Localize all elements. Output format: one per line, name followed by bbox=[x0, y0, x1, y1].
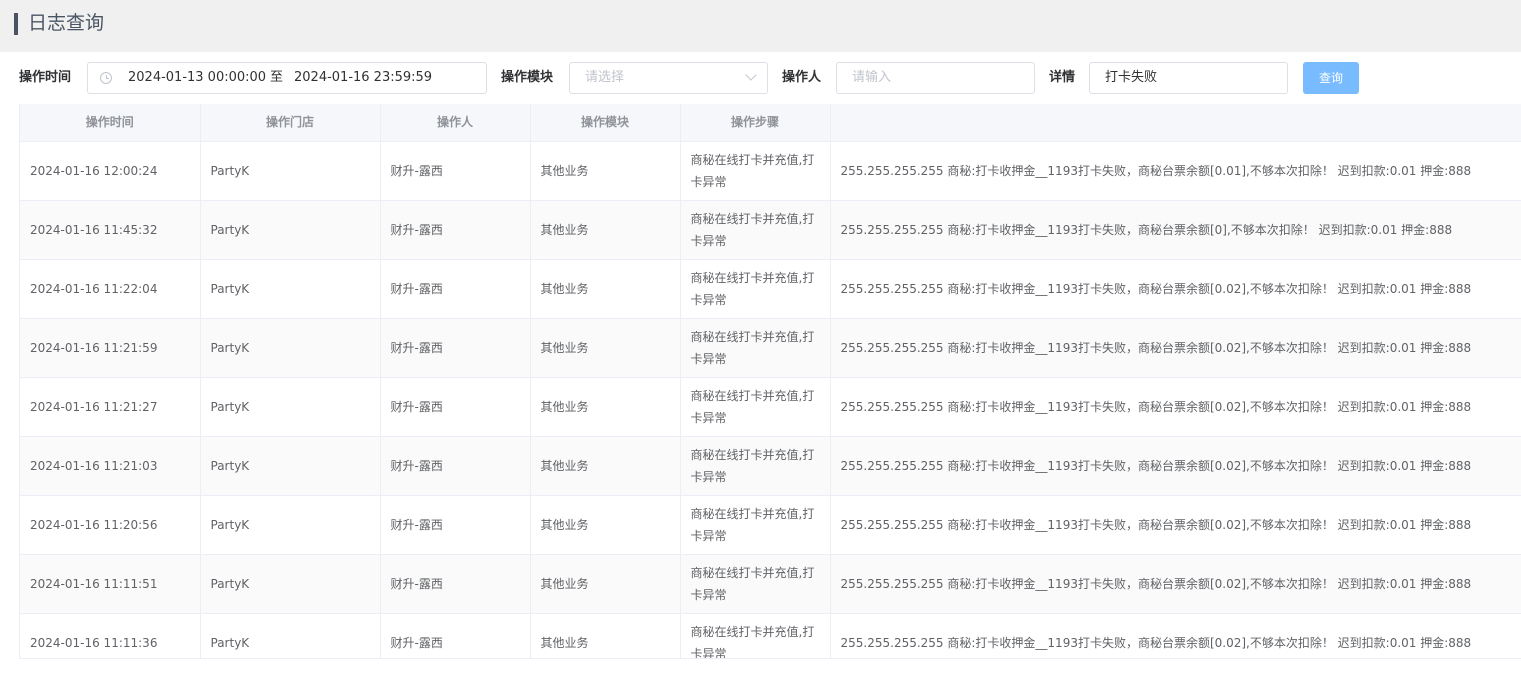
cell-detail: 255.255.255.255 商秘:打卡收押金__1193打卡失败，商秘台票余… bbox=[830, 200, 1521, 260]
cell-detail: 255.255.255.255 商秘:打卡收押金__1193打卡失败，商秘台票余… bbox=[830, 613, 1521, 658]
cell-time: 2024-01-16 11:21:03 bbox=[20, 436, 201, 496]
detail-label: 详情 bbox=[1049, 70, 1076, 85]
table-row[interactable]: 2024-01-16 11:45:32 PartyK 财升-露西 其他业务 商秘在线打卡… bbox=[20, 200, 1521, 260]
date-range-picker[interactable]: 2024-01-13 00:00:00 至 2024-01-16 23:59:5… bbox=[87, 62, 487, 94]
cell-detail: 255.255.255.255 商秘:打卡收押金__1193打卡失败，商秘台票余… bbox=[830, 141, 1521, 201]
cell-store: PartyK bbox=[200, 613, 381, 658]
cell-module: 其他业务 bbox=[530, 554, 681, 614]
cell-module: 其他业务 bbox=[530, 141, 681, 201]
page-header: 日志查询 bbox=[0, 0, 1521, 52]
cell-step: 商秘在线打卡并充值,打卡异常 bbox=[680, 141, 831, 201]
table-row[interactable]: 2024-01-16 12:00:24 PartyK 财升-露西 其他业务 商秘在线打卡… bbox=[20, 141, 1521, 201]
page-title: 日志查询 bbox=[28, 12, 105, 34]
cell-operator: 财升-露西 bbox=[380, 141, 531, 201]
log-table: 操作时间 操作门店 操作人 操作模块 操作步骤 2024-01-16 12:00… bbox=[19, 104, 1521, 659]
cell-time: 2024-01-16 11:11:36 bbox=[20, 613, 201, 658]
col-header-time[interactable]: 操作时间 bbox=[20, 104, 201, 142]
cell-operator: 财升-露西 bbox=[380, 613, 531, 658]
cell-store: PartyK bbox=[200, 200, 381, 260]
cell-time: 2024-01-16 11:21:59 bbox=[20, 318, 201, 378]
cell-time: 2024-01-16 11:20:56 bbox=[20, 495, 201, 555]
cell-module: 其他业务 bbox=[530, 259, 681, 319]
table-row[interactable]: 2024-01-16 11:11:36 PartyK 财升-露西 其他业务 商秘在线打卡… bbox=[20, 613, 1521, 658]
cell-step: 商秘在线打卡并充值,打卡异常 bbox=[680, 259, 831, 319]
cell-operator: 财升-露西 bbox=[380, 259, 531, 319]
cell-detail: 255.255.255.255 商秘:打卡收押金__1193打卡失败，商秘台票余… bbox=[830, 554, 1521, 614]
cell-store: PartyK bbox=[200, 495, 381, 555]
query-button[interactable]: 查询 bbox=[1303, 62, 1359, 94]
cell-operator: 财升-露西 bbox=[380, 377, 531, 437]
cell-step: 商秘在线打卡并充值,打卡异常 bbox=[680, 495, 831, 555]
cell-detail: 255.255.255.255 商秘:打卡收押金__1193打卡失败，商秘台票余… bbox=[830, 259, 1521, 319]
cell-time: 2024-01-16 12:00:24 bbox=[20, 141, 201, 201]
title-accent-bar bbox=[14, 13, 18, 35]
cell-module: 其他业务 bbox=[530, 200, 681, 260]
filter-bar: 操作时间 2024-01-13 00:00:00 至 2024-01-16 23… bbox=[0, 52, 1521, 104]
table-row[interactable]: 2024-01-16 11:22:04 PartyK 财升-露西 其他业务 商秘在线打卡… bbox=[20, 259, 1521, 319]
table-row[interactable]: 2024-01-16 11:21:27 PartyK 财升-露西 其他业务 商秘在线打卡… bbox=[20, 377, 1521, 437]
cell-time: 2024-01-16 11:45:32 bbox=[20, 200, 201, 260]
col-header-step[interactable]: 操作步骤 bbox=[680, 104, 831, 142]
cell-step: 商秘在线打卡并充值,打卡异常 bbox=[680, 613, 831, 658]
cell-store: PartyK bbox=[200, 259, 381, 319]
chevron-down-icon[interactable] bbox=[745, 69, 757, 81]
clock-icon bbox=[100, 72, 112, 84]
date-end[interactable]: 2024-01-16 23:59:59 bbox=[294, 70, 432, 86]
cell-time: 2024-01-16 11:22:04 bbox=[20, 259, 201, 319]
operator-placeholder: 请输入 bbox=[852, 70, 892, 85]
table-row[interactable]: 2024-01-16 11:11:51 PartyK 财升-露西 其他业务 商秘在线打卡… bbox=[20, 554, 1521, 614]
time-label: 操作时间 bbox=[19, 70, 72, 85]
operator-input[interactable]: 请输入 bbox=[836, 62, 1035, 94]
cell-operator: 财升-露西 bbox=[380, 200, 531, 260]
table-row[interactable]: 2024-01-16 11:21:03 PartyK 财升-露西 其他业务 商秘在线打卡… bbox=[20, 436, 1521, 496]
cell-time: 2024-01-16 11:11:51 bbox=[20, 554, 201, 614]
table-row[interactable]: 2024-01-16 11:21:59 PartyK 财升-露西 其他业务 商秘在线打卡… bbox=[20, 318, 1521, 378]
cell-detail: 255.255.255.255 商秘:打卡收押金__1193打卡失败，商秘台票余… bbox=[830, 318, 1521, 378]
cell-store: PartyK bbox=[200, 141, 381, 201]
col-header-operator[interactable]: 操作人 bbox=[380, 104, 531, 142]
cell-module: 其他业务 bbox=[530, 377, 681, 437]
module-placeholder: 请选择 bbox=[585, 70, 625, 85]
cell-step: 商秘在线打卡并充值,打卡异常 bbox=[680, 554, 831, 614]
cell-detail: 255.255.255.255 商秘:打卡收押金__1193打卡失败，商秘台票余… bbox=[830, 377, 1521, 437]
cell-module: 其他业务 bbox=[530, 613, 681, 658]
cell-store: PartyK bbox=[200, 377, 381, 437]
col-header-store[interactable]: 操作门店 bbox=[200, 104, 381, 142]
cell-store: PartyK bbox=[200, 318, 381, 378]
cell-module: 其他业务 bbox=[530, 318, 681, 378]
cell-operator: 财升-露西 bbox=[380, 318, 531, 378]
col-header-module[interactable]: 操作模块 bbox=[530, 104, 681, 142]
operator-label: 操作人 bbox=[782, 70, 822, 85]
cell-time: 2024-01-16 11:21:27 bbox=[20, 377, 201, 437]
cell-operator: 财升-露西 bbox=[380, 436, 531, 496]
date-start[interactable]: 2024-01-13 00:00:00 bbox=[128, 70, 266, 86]
date-range-separator: 至 bbox=[270, 70, 284, 85]
module-label: 操作模块 bbox=[501, 70, 554, 85]
table-body: 2024-01-16 12:00:24 PartyK 财升-露西 其他业务 商秘在线打卡… bbox=[20, 141, 1521, 658]
cell-operator: 财升-露西 bbox=[380, 495, 531, 555]
cell-operator: 财升-露西 bbox=[380, 554, 531, 614]
detail-input[interactable]: 打卡失败 bbox=[1089, 62, 1288, 94]
detail-value[interactable]: 打卡失败 bbox=[1105, 70, 1157, 86]
col-header-detail[interactable] bbox=[830, 104, 1521, 142]
cell-detail: 255.255.255.255 商秘:打卡收押金__1193打卡失败，商秘台票余… bbox=[830, 436, 1521, 496]
cell-module: 其他业务 bbox=[530, 495, 681, 555]
cell-step: 商秘在线打卡并充值,打卡异常 bbox=[680, 318, 831, 378]
cell-step: 商秘在线打卡并充值,打卡异常 bbox=[680, 436, 831, 496]
cell-store: PartyK bbox=[200, 436, 381, 496]
cell-store: PartyK bbox=[200, 554, 381, 614]
cell-step: 商秘在线打卡并充值,打卡异常 bbox=[680, 377, 831, 437]
cell-step: 商秘在线打卡并充值,打卡异常 bbox=[680, 200, 831, 260]
module-select[interactable]: 请选择 bbox=[569, 62, 768, 94]
cell-detail: 255.255.255.255 商秘:打卡收押金__1193打卡失败，商秘台票余… bbox=[830, 495, 1521, 555]
cell-module: 其他业务 bbox=[530, 436, 681, 496]
table-header-row: 操作时间 操作门店 操作人 操作模块 操作步骤 bbox=[20, 104, 1521, 142]
table-row[interactable]: 2024-01-16 11:20:56 PartyK 财升-露西 其他业务 商秘在线打卡… bbox=[20, 495, 1521, 555]
